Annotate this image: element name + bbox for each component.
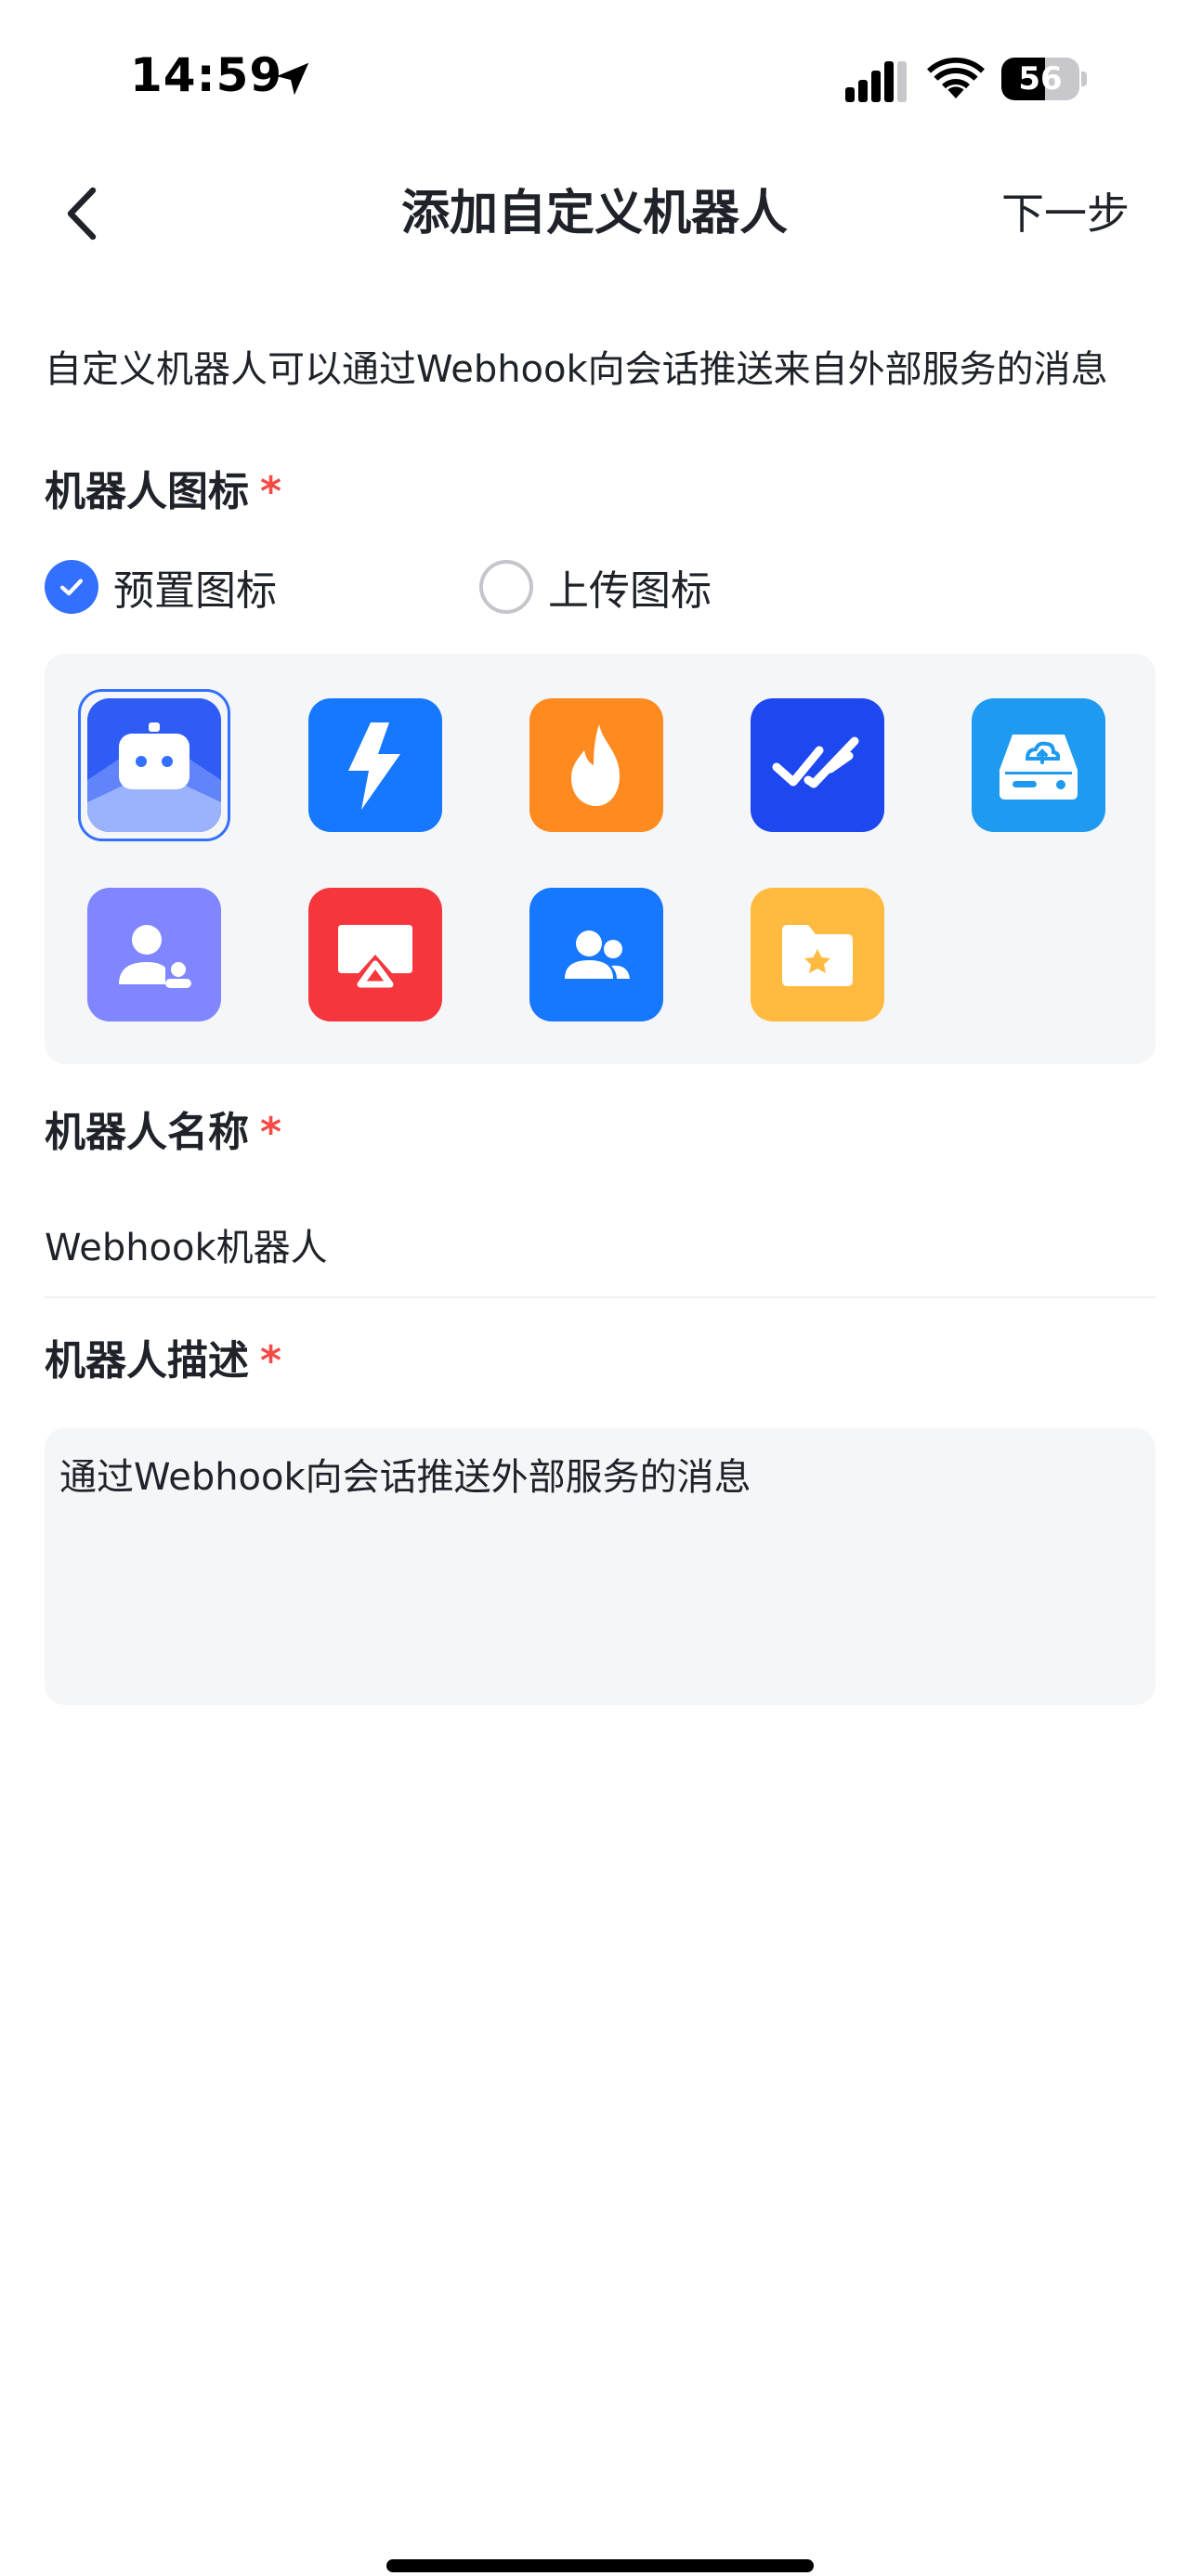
required-mark: * — [260, 468, 282, 515]
icon-option-double-check[interactable] — [751, 698, 884, 832]
intro-text: 自定义机器人可以通过Webhook向会话推送来自外部服务的消息 — [45, 348, 1108, 391]
name-section-label: 机器人名称 * — [45, 1105, 281, 1161]
icon-option-lightning[interactable] — [308, 698, 442, 832]
wifi-icon — [927, 58, 985, 98]
star-folder-icon — [782, 925, 853, 986]
robot-description-textarea[interactable]: 通过Webhook向会话推送外部服务的消息 — [45, 1428, 1156, 1705]
radio-unchecked-icon — [479, 560, 533, 614]
icon-option-cloud-server[interactable] — [972, 698, 1105, 832]
icon-section-title: 机器人图标 — [45, 468, 249, 515]
cloud-server-icon — [1000, 735, 1078, 800]
required-mark: * — [260, 1109, 282, 1156]
battery-icon: 56 — [1001, 58, 1087, 100]
name-section-title: 机器人名称 — [45, 1109, 249, 1156]
robot-icon — [87, 698, 221, 832]
flame-icon — [571, 724, 620, 806]
location-arrow-icon — [276, 62, 309, 96]
desc-section-title: 机器人描述 — [45, 1337, 249, 1385]
status-bar: 14:59 56 — [0, 0, 1189, 158]
nav-bar: 添加自定义机器人 下一步 — [0, 158, 1189, 269]
home-indicator[interactable] — [386, 2559, 814, 2572]
lightning-icon — [348, 722, 400, 810]
robot-name-input[interactable]: Webhook机器人 — [45, 1220, 328, 1276]
icon-option-user-card[interactable] — [87, 888, 221, 1021]
status-time: 14:59 — [130, 48, 283, 102]
cellular-signal-icon — [845, 61, 907, 102]
icon-section-label: 机器人图标 * — [45, 464, 281, 520]
icon-option-flame[interactable] — [529, 698, 663, 832]
user-card-icon — [119, 925, 191, 988]
desc-section-label: 机器人描述 * — [45, 1334, 281, 1389]
radio-preset-label: 预置图标 — [113, 567, 277, 615]
required-mark: * — [260, 1337, 282, 1385]
radio-checked-icon — [45, 560, 98, 614]
icon-option-group-users[interactable] — [529, 888, 663, 1021]
battery-level: 56 — [1018, 60, 1063, 98]
next-step-button[interactable]: 下一步 — [1001, 176, 1130, 251]
divider — [45, 1296, 1156, 1298]
radio-upload-label: 上传图标 — [548, 567, 712, 615]
radio-preset-icon[interactable]: 预置图标 — [45, 555, 277, 618]
icon-grid — [45, 654, 1156, 1064]
double-check-icon — [772, 736, 859, 788]
icon-option-robot[interactable] — [87, 698, 221, 832]
icon-option-screen-cast[interactable] — [308, 888, 442, 1021]
radio-upload-icon[interactable]: 上传图标 — [479, 555, 712, 618]
screen-cast-icon — [338, 925, 412, 988]
group-users-icon — [565, 930, 630, 979]
icon-option-star-folder[interactable] — [751, 888, 884, 1021]
robot-description-value: 通过Webhook向会话推送外部服务的消息 — [59, 1456, 751, 1499]
